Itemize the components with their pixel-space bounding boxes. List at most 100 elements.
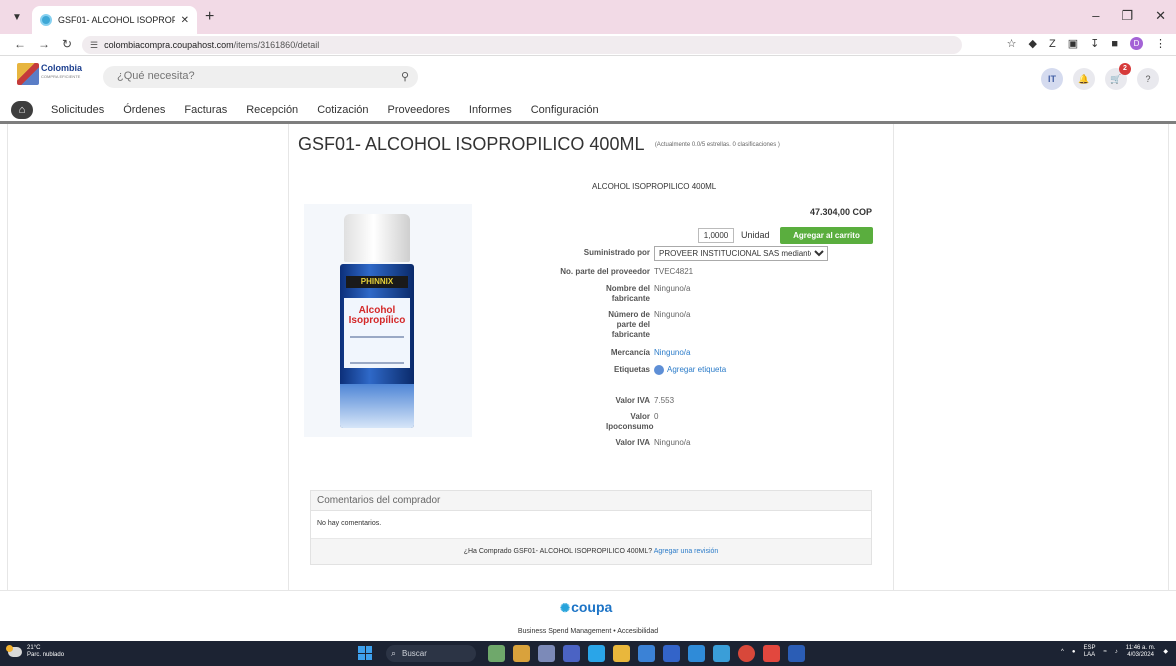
zotero-icon[interactable]: Z [1049, 38, 1056, 50]
cart-button[interactable]: 🛒 2 [1105, 63, 1131, 90]
detail-label: Número de parte del fabricante [608, 310, 650, 339]
commodity-link[interactable]: Ninguno/a [654, 348, 690, 358]
widgets-icon[interactable] [488, 645, 505, 662]
chrome-icon[interactable] [738, 645, 755, 662]
brave-icon[interactable] [763, 645, 780, 662]
right-gutter [893, 124, 1169, 590]
logo-text: Colombia [41, 63, 83, 73]
can-label-lines [350, 336, 404, 364]
back-arrow-icon[interactable]: ← [14, 37, 26, 51]
clock-time: 11:46 a. m. [1125, 645, 1156, 651]
detail-value: Ninguno/a [654, 310, 691, 319]
search-input[interactable] [117, 70, 377, 82]
site-info-icon[interactable]: ☰ [90, 40, 98, 51]
file-explorer-icon[interactable] [613, 645, 630, 662]
browser-tab-active[interactable]: GSF01- ALCOHOL ISOPROPILIC ✕ [32, 6, 197, 34]
bookmark-star-icon[interactable]: ☆ [1007, 37, 1017, 50]
sidebar-icon[interactable]: ■ [1111, 38, 1118, 50]
add-review-link[interactable]: Agregar una revisión [654, 548, 719, 555]
product-price: 47.304,00 COP [809, 207, 872, 217]
notifications-bell-icon[interactable]: 🔔 [1073, 68, 1095, 90]
tray-app-icon[interactable]: ● [1072, 649, 1076, 656]
coupa-favicon-icon [40, 14, 52, 26]
detail-label: Mercancía [610, 348, 650, 357]
restore-button[interactable]: ❐ [1121, 8, 1133, 24]
url-field[interactable]: ☰ colombiacompra.coupahost.com /items/31… [82, 36, 962, 54]
can-cap [344, 214, 410, 262]
coupa-logo[interactable]: ✺coupa [560, 599, 612, 615]
task-view-icon[interactable] [538, 645, 555, 662]
reload-icon[interactable]: ↻ [62, 37, 72, 51]
add-tag-label: Agregar etiqueta [667, 365, 727, 375]
detail-tags: Etiquetas Agregar etiqueta [550, 365, 726, 375]
quantity-input[interactable] [698, 228, 734, 243]
store-icon[interactable] [638, 645, 655, 662]
partly-cloudy-icon [6, 645, 22, 657]
nav-configuracion[interactable]: Configuración [531, 104, 599, 116]
logo-subtitle: COMPRA EFICIENTE [41, 74, 81, 79]
weather-condition: Parc. nublado [27, 652, 65, 658]
extensions-puzzle-icon[interactable]: ▣ [1068, 37, 1078, 50]
supplier-select[interactable]: PROVEER INSTITUCIONAL SAS mediante [654, 246, 828, 261]
search-icon[interactable]: ⚲ [401, 70, 409, 83]
forward-arrow-icon[interactable]: → [38, 37, 50, 51]
teams-icon[interactable] [563, 645, 580, 662]
detail-label: Nombre del fabricante [605, 284, 650, 303]
nav-facturas[interactable]: Facturas [184, 104, 227, 116]
profile-avatar[interactable]: D [1130, 37, 1143, 50]
footer-separator: • [613, 628, 616, 635]
edge-icon[interactable] [588, 645, 605, 662]
footer-tagline[interactable]: Business Spend Management [518, 628, 611, 635]
nav-recepcion[interactable]: Recepción [246, 104, 298, 116]
browser-menu-icon[interactable]: ⋮ [1155, 37, 1166, 50]
can-label: Alcohol Isopropílico [344, 298, 410, 368]
coupa-burst-icon: ✺ [560, 601, 571, 615]
app-icon[interactable] [713, 645, 730, 662]
outlook-icon[interactable] [663, 645, 680, 662]
detail-label: Valor Ipoconsumo [606, 412, 654, 431]
left-gutter [7, 124, 289, 590]
product-image[interactable]: PHINNIX Alcohol Isopropílico [304, 204, 472, 437]
tab-close-icon[interactable]: ✕ [181, 15, 189, 26]
nav-solicitudes[interactable]: Solicitudes [51, 104, 104, 116]
clock[interactable]: 11:46 a. m. 4/03/2024 [1126, 645, 1156, 659]
mail-icon[interactable] [688, 645, 705, 662]
nav-proveedores[interactable]: Proveedores [388, 104, 450, 116]
language-indicator[interactable]: ESP LAA [1083, 645, 1095, 659]
product-description: ALCOHOL ISOPROPILICO 400ML [592, 182, 717, 191]
new-tab-button[interactable]: + [205, 9, 214, 25]
notification-icon[interactable]: ◆ [1163, 649, 1168, 656]
detail-label: Etiquetas [613, 365, 650, 374]
help-button[interactable]: ? [1137, 68, 1159, 90]
detail-value: TVEC4821 [654, 267, 694, 276]
wifi-icon[interactable]: ≈ [1104, 649, 1107, 656]
add-tag-link[interactable]: Agregar etiqueta [654, 365, 726, 375]
download-icon[interactable]: ↧ [1090, 37, 1099, 50]
colombia-compra-logo[interactable]: Colombia COMPRA EFICIENTE [17, 63, 87, 91]
nav-cotizacion[interactable]: Cotización [317, 104, 368, 116]
home-icon[interactable]: ⌂ [11, 101, 33, 119]
minimize-button[interactable]: – [1092, 8, 1099, 24]
tab-list-button[interactable]: ▼ [8, 9, 26, 27]
logo-mark-icon [17, 63, 39, 85]
taskbar-apps [488, 645, 805, 662]
main-navigation: ⌂ Solicitudes Órdenes Facturas Recepción… [0, 99, 599, 121]
word-icon[interactable] [788, 645, 805, 662]
windows-start-icon[interactable] [358, 646, 372, 660]
clock-date: 4/03/2024 [1127, 652, 1154, 658]
chevron-up-icon[interactable]: ^ [1061, 649, 1064, 656]
weather-widget[interactable]: 21°C Parc. nublado [6, 645, 65, 659]
app-icon[interactable] [513, 645, 530, 662]
nav-ordenes[interactable]: Órdenes [123, 104, 165, 116]
user-avatar[interactable]: IT [1041, 68, 1063, 90]
detail-manufacturer: Nombre del fabricante Ninguno/a [550, 284, 691, 304]
taskbar-search[interactable]: Buscar [386, 645, 476, 662]
volume-icon[interactable]: ♪ [1115, 649, 1118, 656]
nav-informes[interactable]: Informes [469, 104, 512, 116]
close-window-button[interactable]: ✕ [1155, 8, 1166, 24]
comments-heading: Comentarios del comprador [311, 491, 871, 511]
extension-icon[interactable]: ◆ [1029, 37, 1037, 50]
detail-commodity: Mercancía Ninguno/a [550, 348, 691, 358]
add-to-cart-button[interactable]: Agregar al carrito [780, 227, 873, 244]
accessibility-link[interactable]: Accesibilidad [617, 628, 658, 635]
